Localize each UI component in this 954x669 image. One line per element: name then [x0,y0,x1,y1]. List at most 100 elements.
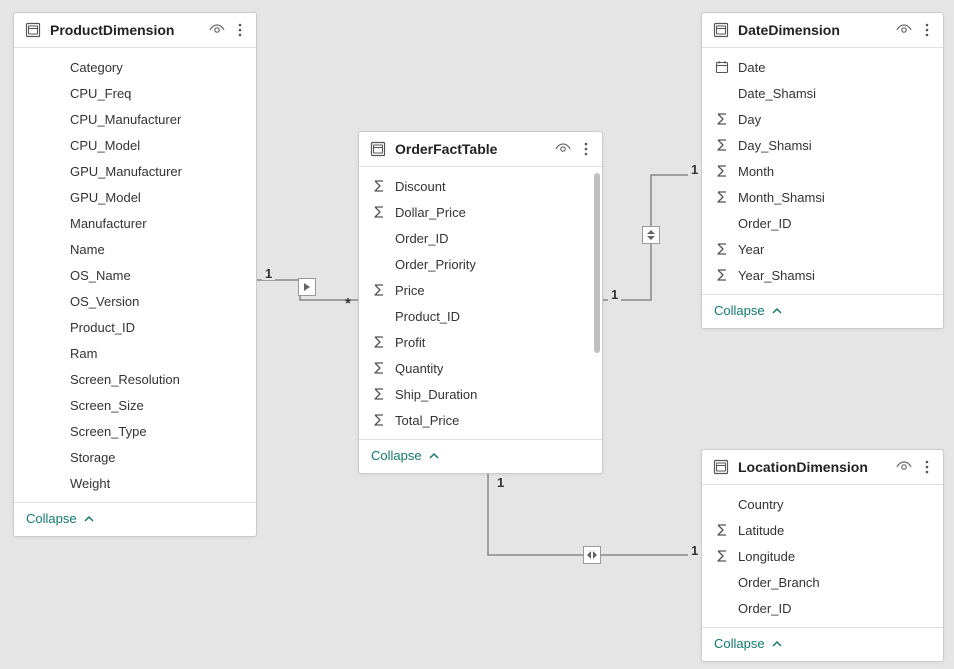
field-name: Price [395,283,425,298]
field-row[interactable]: Order_ID [702,595,943,621]
field-name: CPU_Manufacturer [70,112,181,127]
field-row[interactable]: OS_Name [14,262,256,288]
table-header[interactable]: DateDimension [702,13,943,48]
field-row[interactable]: Quantity [359,355,602,381]
table-icon [369,140,387,158]
field-list: Discount Dollar_PriceOrder_IDOrder_Priori… [359,167,602,439]
collapse-button[interactable]: Collapse [702,294,943,328]
field-name: Category [70,60,123,75]
filter-direction-both-icon[interactable] [642,226,660,244]
field-row[interactable]: Order_Branch [702,569,943,595]
field-name: Ram [70,346,97,361]
field-row[interactable]: Product_ID [359,303,602,329]
visibility-icon[interactable] [895,458,913,476]
field-name: GPU_Model [70,190,141,205]
field-row[interactable]: Ram [14,340,256,366]
filter-direction-single-icon[interactable] [298,278,316,296]
field-row[interactable]: GPU_Model [14,184,256,210]
field-row[interactable]: Product_ID [14,314,256,340]
cardinality-one: 1 [494,476,507,489]
field-name: Day [738,112,761,127]
table-location-dimension[interactable]: LocationDimension Country Latitude Longitu… [701,449,944,662]
cardinality-one: 1 [688,544,701,557]
sigma-icon [371,282,387,298]
field-row[interactable]: Storage [14,444,256,470]
collapse-button[interactable]: Collapse [702,627,943,661]
field-row[interactable]: Price [359,277,602,303]
field-name: Storage [70,450,116,465]
field-list: Category CPU_Freq CPU_Manufacturer CPU_Mode… [14,48,256,502]
field-row[interactable]: Order_ID [702,210,943,236]
field-row[interactable]: Screen_Type [14,418,256,444]
field-row[interactable]: Discount [359,173,602,199]
table-order-fact[interactable]: OrderFactTable DiscountDollar_PriceOrder… [358,131,603,474]
field-name: Profit [395,335,425,350]
more-options-icon[interactable] [921,458,933,476]
field-name: CPU_Model [70,138,140,153]
scrollbar[interactable] [594,173,600,433]
field-row[interactable]: Year_Shamsi [702,262,943,288]
field-row[interactable]: Screen_Size [14,392,256,418]
field-row[interactable]: Date_Shamsi [702,80,943,106]
field-row[interactable]: Ship_Duration [359,381,602,407]
more-options-icon[interactable] [921,21,933,39]
field-row[interactable]: Screen_Resolution [14,366,256,392]
table-date-dimension[interactable]: DateDimension Date Date_Shamsi Day Day_Sham… [701,12,944,329]
table-header[interactable]: LocationDimension [702,450,943,485]
sigma-icon [371,412,387,428]
more-options-icon[interactable] [580,140,592,158]
field-row[interactable]: CPU_Freq [14,80,256,106]
field-name: Date_Shamsi [738,86,816,101]
table-header[interactable]: ProductDimension [14,13,256,48]
field-row[interactable]: Latitude [702,517,943,543]
table-title: LocationDimension [738,459,887,475]
field-name: Order_Branch [738,575,820,590]
field-row[interactable]: Profit [359,329,602,355]
table-icon [24,21,42,39]
field-row[interactable]: Day [702,106,943,132]
field-row[interactable]: Month_Shamsi [702,184,943,210]
field-name: Product_ID [395,309,460,324]
field-row[interactable]: Weight [14,470,256,496]
field-row[interactable]: OS_Version [14,288,256,314]
collapse-button[interactable]: Collapse [14,502,256,536]
field-row[interactable]: Category [14,54,256,80]
visibility-icon[interactable] [208,21,226,39]
field-row[interactable]: Day_Shamsi [702,132,943,158]
field-name: Quantity [395,361,443,376]
field-name: Month_Shamsi [738,190,825,205]
field-name: Month [738,164,774,179]
sigma-icon [714,267,730,283]
visibility-icon[interactable] [554,140,572,158]
filter-direction-both-icon[interactable] [583,546,601,564]
field-row[interactable]: CPU_Manufacturer [14,106,256,132]
field-row[interactable]: Date [702,54,943,80]
field-name: Latitude [738,523,784,538]
chevron-up-icon [771,305,783,317]
field-row[interactable]: Month [702,158,943,184]
field-name: Country [738,497,784,512]
field-row[interactable]: Dollar_Price [359,199,602,225]
field-row[interactable]: Order_ID [359,225,602,251]
field-name: OS_Version [70,294,139,309]
table-title: OrderFactTable [395,141,546,157]
visibility-icon[interactable] [895,21,913,39]
field-row[interactable]: Longitude [702,543,943,569]
field-row[interactable]: Total_Price [359,407,602,433]
cardinality-one: 1 [688,163,701,176]
more-options-icon[interactable] [234,21,246,39]
field-row[interactable]: CPU_Model [14,132,256,158]
table-product-dimension[interactable]: ProductDimension Category CPU_Freq CPU_Man… [13,12,257,537]
field-name: Year_Shamsi [738,268,815,283]
field-name: Discount [395,179,446,194]
field-row[interactable]: Year [702,236,943,262]
field-row[interactable]: Country [702,491,943,517]
table-header[interactable]: OrderFactTable [359,132,602,167]
field-row[interactable]: GPU_Manufacturer [14,158,256,184]
sigma-icon [371,334,387,350]
collapse-button[interactable]: Collapse [359,439,602,473]
sigma-icon [371,204,387,220]
field-row[interactable]: Manufacturer [14,210,256,236]
field-row[interactable]: Name [14,236,256,262]
field-row[interactable]: Order_Priority [359,251,602,277]
